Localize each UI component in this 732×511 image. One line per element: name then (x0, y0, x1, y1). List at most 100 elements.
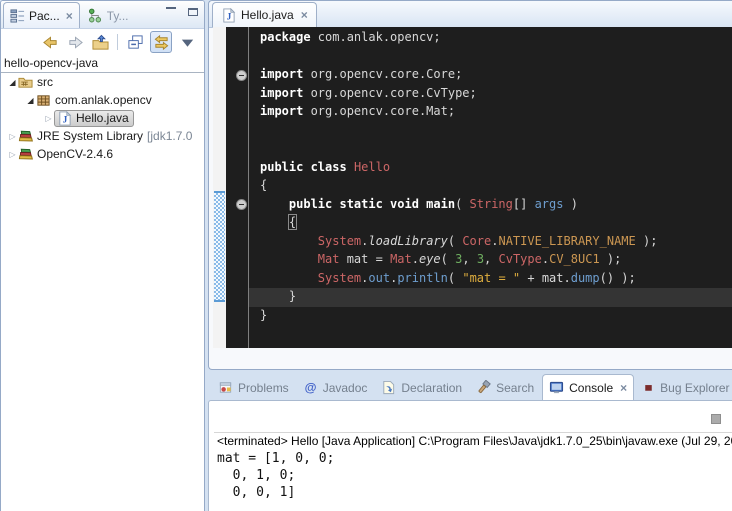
tree-item-opencv-2-4-6[interactable]: ▷ OpenCV-2.4.6 (1, 145, 204, 163)
code-token: public class (260, 160, 347, 174)
minimize-button[interactable] (166, 7, 176, 17)
code-text: package com.anlak.opencv; import org.open… (260, 28, 657, 324)
code-token: . (412, 252, 419, 266)
code-token: Hello (354, 160, 390, 174)
tab-label: Console (569, 381, 613, 395)
search-icon (476, 380, 491, 395)
code-token: , (484, 252, 498, 266)
code-editor[interactable]: package com.anlak.opencv; import org.open… (226, 27, 732, 348)
svg-text:@: @ (304, 381, 316, 395)
code-token: ) (563, 197, 577, 211)
maximize-button[interactable] (188, 8, 198, 16)
code-token: () ); (600, 271, 636, 285)
fold-ruler-divider (248, 27, 249, 348)
code-token: NATIVE_LIBRARY_NAME (498, 234, 635, 248)
close-icon[interactable]: × (301, 8, 308, 22)
code-token: System (318, 234, 361, 248)
package-explorer-toolbar (1, 29, 204, 55)
editor-zone: package com.anlak.opencv; import org.open… (211, 27, 732, 348)
code-line-16[interactable]: } (260, 306, 657, 325)
tab-label: Pac... (29, 9, 60, 23)
forward-arrow-icon (67, 34, 84, 51)
close-icon[interactable]: × (66, 9, 73, 23)
collapse-arrow-icon[interactable]: ◢ (25, 96, 36, 105)
code-line-14[interactable]: System.out.println( "mat = " + mat.dump(… (260, 269, 657, 288)
code-line-5[interactable]: import org.opencv.core.Mat; (260, 102, 657, 121)
console-area-tab-bug-explorer[interactable]: Bug Explorer (636, 375, 732, 400)
code-token: loadLibrary (368, 234, 447, 248)
tab-package-explorer[interactable]: Pac... × (3, 2, 80, 28)
up-button[interactable] (90, 32, 110, 52)
code-token: String (470, 197, 513, 211)
code-line-2[interactable] (260, 47, 657, 66)
code-token (347, 160, 354, 174)
code-token (260, 271, 318, 285)
code-line-13[interactable]: Mat mat = Mat.eye( 3, 3, CvType.CV_8UC1 … (260, 250, 657, 269)
code-line-10[interactable]: public static void main( String[] args ) (260, 195, 657, 214)
view-window-buttons (166, 7, 198, 17)
library-icon (18, 147, 33, 162)
tree-item-label: OpenCV-2.4.6 (37, 147, 113, 161)
expand-arrow-icon[interactable]: ▷ (43, 114, 54, 123)
tab-label: Hello.java (241, 8, 294, 22)
code-line-1[interactable]: package com.anlak.opencv; (260, 28, 657, 47)
code-line-3[interactable]: import org.opencv.core.Core; (260, 65, 657, 84)
back-arrow-icon (42, 34, 59, 51)
code-line-15[interactable]: } (260, 287, 657, 306)
tab-label: Javadoc (323, 381, 368, 395)
collapse-arrow-icon[interactable]: ◢ (7, 78, 18, 87)
console-area-tab-declaration[interactable]: Declaration (375, 375, 468, 400)
tree-item-jre-system-library[interactable]: ▷JRE System Library[jdk1.7.0 (1, 127, 204, 145)
code-token: ); (600, 252, 622, 266)
editor-tab-bar: J Hello.java × (209, 1, 732, 28)
tab-type-hierarchy[interactable]: Ty... (80, 3, 137, 28)
expand-arrow-icon[interactable]: ▷ (7, 150, 18, 159)
forward-button[interactable] (65, 32, 85, 52)
back-button[interactable] (40, 32, 60, 52)
tree-item-com-anlak-opencv[interactable]: ◢com.anlak.opencv (1, 91, 204, 109)
console-area-tab-javadoc[interactable]: @ Javadoc (297, 375, 374, 400)
code-token (260, 252, 318, 266)
expand-arrow-icon[interactable]: ▷ (7, 132, 18, 141)
console-area-tab-console[interactable]: Console × (542, 374, 634, 400)
collapse-all-button[interactable] (125, 32, 145, 52)
tree-item-hello-java[interactable]: ▷JHello.java (1, 109, 204, 127)
annotation-ruler[interactable] (213, 27, 226, 348)
code-token: dump (571, 271, 600, 285)
code-line-8[interactable]: public class Hello (260, 158, 657, 177)
terminate-button[interactable] (711, 414, 721, 424)
code-token: eye (419, 252, 441, 266)
project-tree: hello-opencv-java ◢src◢com.anlak.opencv▷… (1, 55, 204, 163)
editor-tab-hello-java[interactable]: J Hello.java × (212, 2, 317, 27)
fold-collapse-icon[interactable] (236, 199, 247, 210)
code-token: println (397, 271, 448, 285)
console-output[interactable]: mat = [1, 0, 0; 0, 1, 0; 0, 0, 1] (217, 450, 334, 501)
code-line-12[interactable]: System.loadLibrary( Core.NATIVE_LIBRARY_… (260, 232, 657, 251)
code-line-9[interactable]: { (260, 176, 657, 195)
code-line-6[interactable] (260, 121, 657, 140)
project-label[interactable]: hello-opencv-java (1, 55, 204, 73)
editor-area: J Hello.java × package com.anlak.opencv;… (208, 0, 732, 370)
console-area-tab-problems[interactable]: Problems (212, 375, 295, 400)
console-area-tab-search[interactable]: Search (470, 375, 540, 400)
view-tab-bar: Pac... × Ty... (1, 1, 204, 29)
console-icon (549, 380, 564, 395)
code-token: System (318, 271, 361, 285)
bug-icon (642, 381, 655, 394)
tree-item-src[interactable]: ◢ src (1, 73, 204, 91)
fold-collapse-icon[interactable] (236, 70, 247, 81)
code-line-4[interactable]: import org.opencv.core.CvType; (260, 84, 657, 103)
tab-label: Problems (238, 381, 289, 395)
view-menu-button[interactable] (177, 32, 197, 52)
link-with-editor-button[interactable] (150, 31, 172, 53)
code-line-11[interactable]: { (260, 213, 657, 232)
code-token: [] (513, 197, 535, 211)
code-token: ( (448, 271, 462, 285)
code-token: . (542, 252, 549, 266)
tree-item-content: OpenCV-2.4.6 (18, 146, 113, 163)
tree-item-label: Hello.java (76, 111, 129, 125)
code-line-7[interactable] (260, 139, 657, 158)
tree-item-label: src (37, 75, 53, 89)
close-icon[interactable]: × (620, 381, 627, 395)
tree-item-content: com.anlak.opencv (36, 92, 152, 109)
